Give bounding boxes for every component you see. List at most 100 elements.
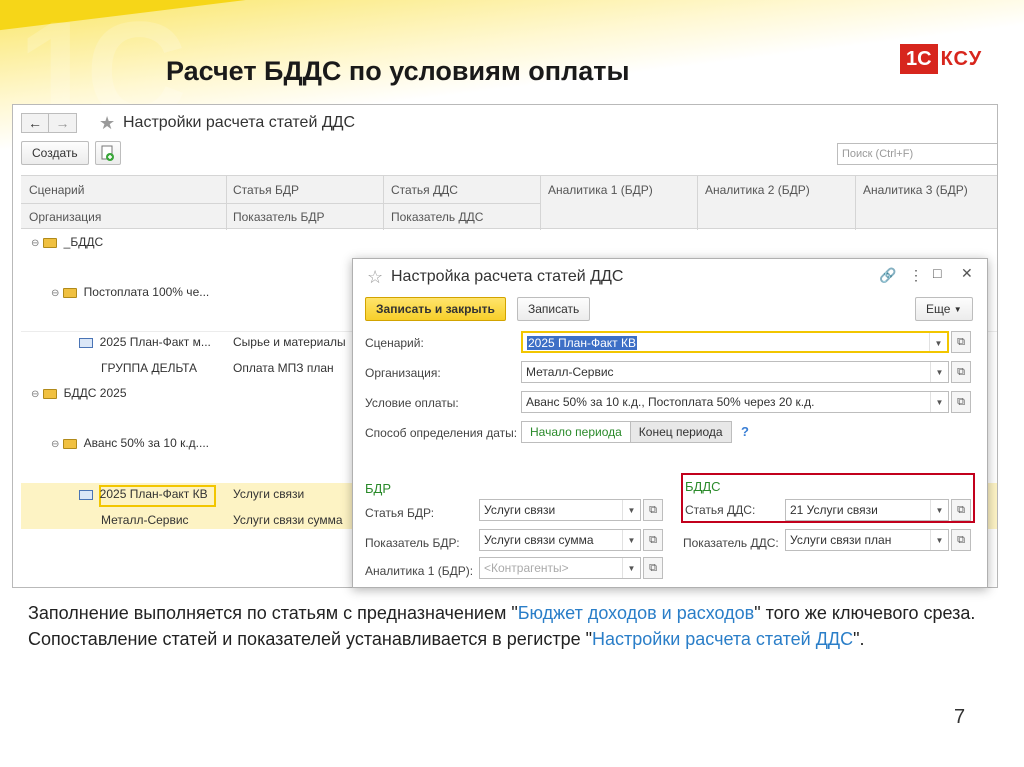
col-analytics-3[interactable]: Аналитика 3 (БДР) <box>863 183 968 197</box>
save-button[interactable]: Записать <box>517 297 591 321</box>
col-bdr-article[interactable]: Статья БДР <box>233 183 299 197</box>
cell-organization: ГРУППА ДЕЛЬТА <box>101 361 198 375</box>
scenario-label: Сценарий: <box>365 336 424 350</box>
dropdown-icon[interactable]: ▼ <box>930 500 948 520</box>
date-method-label: Способ определения даты: <box>365 426 518 440</box>
col-analytics-2[interactable]: Аналитика 2 (БДР) <box>705 183 810 197</box>
dropdown-icon[interactable]: ▼ <box>929 333 947 351</box>
caption-text-3: ". <box>853 629 865 649</box>
open-icon[interactable]: ⧉ <box>643 499 663 521</box>
link-icon[interactable]: 🔗 <box>879 267 896 284</box>
col-dds-indicator[interactable]: Показатель ДДС <box>391 210 483 224</box>
bdr-analytics-value: <Контрагенты> <box>484 561 569 575</box>
folder-icon <box>43 237 57 248</box>
nav-buttons: ← → <box>21 113 77 133</box>
bdr-analytics-field[interactable]: <Контрагенты> ▼ <box>479 557 641 579</box>
more-button[interactable]: Еще ▼ <box>915 297 973 321</box>
payment-condition-value: Аванс 50% за 10 к.д., Постоплата 50% чер… <box>526 395 815 409</box>
minimize-icon[interactable]: □ <box>933 265 941 281</box>
bdr-indicator-label: Показатель БДР: <box>365 536 460 550</box>
header-divider <box>21 203 540 204</box>
copy-button[interactable] <box>94 141 121 165</box>
create-button[interactable]: Создать <box>21 141 89 165</box>
window-title: Настройки расчета статей ДДС <box>123 114 356 131</box>
favorite-star-icon[interactable]: ★ <box>99 113 115 134</box>
cell-scenario: 2025 План-Факт м... <box>99 335 211 349</box>
save-and-close-button[interactable]: Записать и закрыть <box>365 297 506 321</box>
favorite-star-icon[interactable]: ☆ <box>367 267 383 288</box>
col-divider <box>855 176 856 230</box>
col-analytics-1[interactable]: Аналитика 1 (БДР) <box>548 183 653 197</box>
slide-title: Расчет БДДС по условиям оплаты <box>166 56 630 86</box>
copy-document-icon <box>101 145 114 161</box>
collapse-icon[interactable]: ⊖ <box>51 288 63 299</box>
group-label: Аванс 50% за 10 к.д.... <box>83 436 210 450</box>
group-label: Постоплата 100% че... <box>83 285 210 299</box>
col-dds-article[interactable]: Статья ДДС <box>391 183 458 197</box>
folder-icon <box>63 438 77 449</box>
close-icon[interactable]: ✕ <box>961 265 973 282</box>
brand-1c: 1С <box>900 44 938 74</box>
help-icon[interactable]: ? <box>741 424 749 439</box>
window-header: ← → ★ Настройки расчета статей ДДС <box>13 105 997 141</box>
more-vertical-icon[interactable]: ⋮ <box>909 267 923 284</box>
folder-icon <box>43 388 57 399</box>
cell-scenario: 2025 План-Факт КВ <box>99 487 208 501</box>
record-icon <box>79 337 93 348</box>
payment-condition-field[interactable]: Аванс 50% за 10 к.д., Постоплата 50% чер… <box>521 391 949 413</box>
open-icon[interactable]: ⧉ <box>951 361 971 383</box>
dds-article-field[interactable]: 21 Услуги связи ▼ <box>785 499 949 521</box>
cell-organization: Металл-Сервис <box>101 513 189 527</box>
dropdown-icon[interactable]: ▼ <box>930 392 948 412</box>
dds-indicator-label: Показатель ДДС: <box>683 536 779 550</box>
list-item[interactable]: ⊖ _БДДС <box>21 235 997 253</box>
cell-bdr-indicator: Оплата МПЗ план <box>233 361 334 375</box>
col-organization[interactable]: Организация <box>29 210 101 224</box>
scenario-field[interactable]: 2025 План-Факт КВ ▼ <box>521 331 949 353</box>
open-icon[interactable]: ⧉ <box>951 391 971 413</box>
arrow-right-icon: → <box>55 115 70 131</box>
bdr-section-title: БДР <box>365 481 392 496</box>
brand-logo: 1С КСУ <box>900 44 982 74</box>
organization-field[interactable]: Металл-Сервис ▼ <box>521 361 949 383</box>
brand-ksu: КСУ <box>940 47 983 70</box>
register-link[interactable]: Настройки расчета статей ДДС <box>592 629 853 649</box>
record-icon <box>79 489 93 500</box>
col-scenario[interactable]: Сценарий <box>29 183 84 197</box>
dds-indicator-field[interactable]: Услуги связи план ▼ <box>785 529 949 551</box>
col-divider <box>540 176 541 230</box>
period-end-option[interactable]: Конец периода <box>630 421 732 443</box>
bdr-analytics-label: Аналитика 1 (БДР): <box>365 564 474 578</box>
search-input[interactable]: Поиск (Ctrl+F) <box>837 143 997 165</box>
bdr-article-field[interactable]: Услуги связи ▼ <box>479 499 641 521</box>
open-icon[interactable]: ⧉ <box>951 529 971 551</box>
dds-article-label: Статья ДДС: <box>685 503 756 517</box>
dropdown-icon[interactable]: ▼ <box>930 530 948 550</box>
col-bdr-indicator[interactable]: Показатель БДР <box>233 210 325 224</box>
open-icon[interactable]: ⧉ <box>643 529 663 551</box>
open-icon[interactable]: ⧉ <box>951 499 971 521</box>
scenario-value: 2025 План-Факт КВ <box>527 336 637 350</box>
bdr-indicator-value: Услуги связи сумма <box>484 533 594 547</box>
chevron-down-icon: ▼ <box>953 304 962 314</box>
back-button[interactable]: ← <box>21 113 49 133</box>
collapse-icon[interactable]: ⊖ <box>31 238 43 249</box>
budget-link[interactable]: Бюджет доходов и расходов <box>518 603 755 623</box>
folder-icon <box>63 287 77 298</box>
period-start-option[interactable]: Начало периода <box>521 421 631 443</box>
collapse-icon[interactable]: ⊖ <box>51 439 63 450</box>
dropdown-icon[interactable]: ▼ <box>622 530 640 550</box>
dropdown-icon[interactable]: ▼ <box>622 558 640 578</box>
bdr-indicator-field[interactable]: Услуги связи сумма ▼ <box>479 529 641 551</box>
dropdown-icon[interactable]: ▼ <box>622 500 640 520</box>
organization-value: Металл-Сервис <box>526 365 614 379</box>
open-icon[interactable]: ⧉ <box>643 557 663 579</box>
cell-bdr-indicator: Услуги связи сумма <box>233 513 343 527</box>
col-divider <box>697 176 698 230</box>
toolbar: Создать <box>21 141 121 165</box>
collapse-icon[interactable]: ⊖ <box>31 389 43 400</box>
open-icon[interactable]: ⧉ <box>951 331 971 353</box>
dropdown-icon[interactable]: ▼ <box>930 362 948 382</box>
caption-text-1: Заполнение выполняется по статьям с пред… <box>28 603 518 623</box>
forward-button[interactable]: → <box>49 113 77 133</box>
